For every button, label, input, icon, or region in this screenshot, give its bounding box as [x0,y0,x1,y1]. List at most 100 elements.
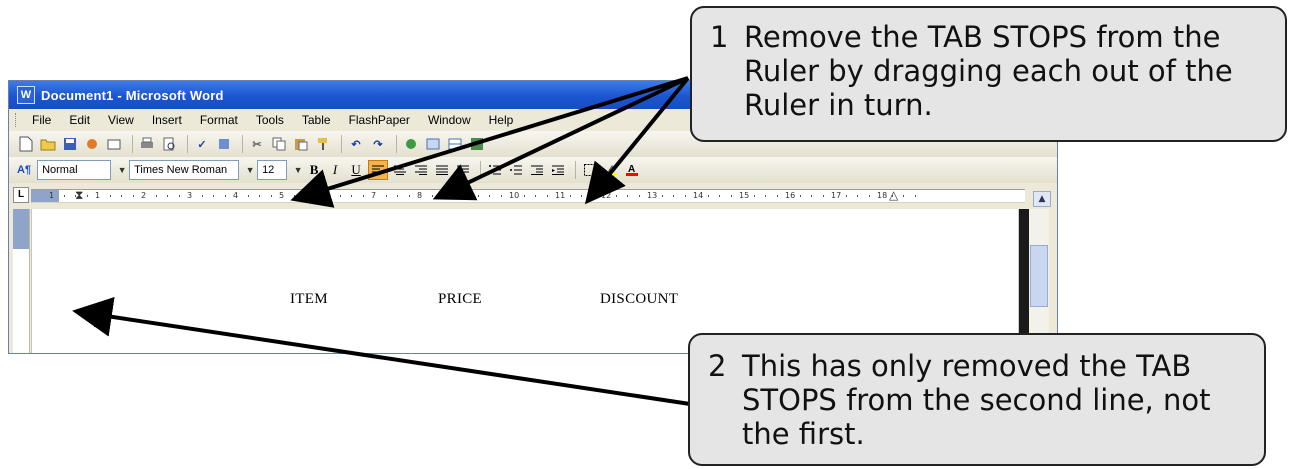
ruler-number: 6 [325,191,331,200]
indent-marker-icon[interactable]: ⧗ [75,188,83,203]
ruler-tick [546,195,548,197]
toolbar-separator [480,161,482,179]
ruler-tick [270,195,272,197]
ruler-tick [293,195,295,197]
menu-format[interactable]: Format [191,113,247,127]
document-area[interactable]: ITEM PRICE DISCOUNT [31,209,1018,353]
scroll-track [1019,209,1029,353]
menu-table[interactable]: Table [293,113,340,127]
chevron-down-icon[interactable]: ▼ [117,165,127,175]
chevron-down-icon[interactable]: ▼ [293,165,303,175]
window-title: Document1 - Microsoft Word [41,87,224,103]
menu-window[interactable]: Window [419,113,480,127]
ruler-tick [638,195,640,197]
tables-borders-icon[interactable] [424,135,442,153]
ruler-tick [569,195,571,197]
font-select[interactable]: Times New Roman [129,160,240,180]
ruler-tick [477,195,479,197]
align-right-button[interactable] [412,161,430,179]
vertical-scrollbar[interactable] [1018,209,1049,353]
ruler-number: 14 [693,191,704,200]
ruler-tick [443,195,444,197]
ruler-tick [753,195,755,197]
email-icon[interactable] [105,135,123,153]
ruler-tick [431,195,433,197]
redo-icon[interactable]: ↷ [369,135,387,153]
ruler-tick [673,195,674,197]
horizontal-ruler[interactable]: ⧗ 1 1 2 3 4 5 6 7 8 9 10 11 12 13 14 15 16 17 18 △ [31,188,1025,203]
ruler-tick [75,195,76,197]
menu-help[interactable]: Help [480,113,523,127]
ruler-tick [259,195,260,197]
toolbar-separator [187,135,188,153]
ruler-number: 1 [95,191,101,200]
highlight-icon[interactable] [602,161,620,179]
cut-icon[interactable]: ✂ [248,135,266,153]
open-icon[interactable] [39,135,57,153]
ruler-number: 4 [233,191,239,200]
align-left-button[interactable] [368,160,389,180]
borders-icon[interactable] [581,161,599,179]
ruler-tick [592,195,594,197]
scroll-up-arrow-icon[interactable]: ▲ [1033,191,1051,207]
new-icon[interactable] [17,135,35,153]
style-value: Normal [42,164,78,176]
size-select[interactable]: 12 [257,160,288,180]
insert-excel-icon[interactable] [468,135,486,153]
numbering-icon[interactable] [486,161,504,179]
ruler-tick [581,195,582,197]
callout-text: Remove the TAB STOPS from the Ruler by d… [744,20,1233,122]
ruler-number: 16 [785,191,796,200]
ruler-number: 17 [831,191,842,200]
menu-insert[interactable]: Insert [143,113,191,127]
menu-tools[interactable]: Tools [247,113,293,127]
align-center-button[interactable] [391,161,409,179]
copy-icon[interactable] [270,135,288,153]
menu-edit[interactable]: Edit [60,113,99,127]
italic-button[interactable]: I [326,161,344,179]
increase-indent-icon[interactable] [549,161,567,179]
bold-button[interactable]: B [305,161,323,179]
size-value: 12 [262,164,275,176]
ruler-tick [408,195,410,197]
paste-icon[interactable] [292,135,310,153]
ruler-tick [178,195,180,197]
print-icon[interactable] [138,135,156,153]
menu-flashpaper[interactable]: FlashPaper [340,113,419,127]
svg-text:A: A [628,164,635,175]
permission-icon[interactable] [83,135,101,153]
scroll-thumb[interactable] [1030,245,1048,307]
undo-icon[interactable]: ↶ [347,135,365,153]
research-icon[interactable] [215,135,233,153]
menu-file[interactable]: File [23,113,60,127]
chevron-down-icon[interactable]: ▼ [245,165,255,175]
styles-pane-icon[interactable]: A¶ [17,164,31,176]
decrease-indent-icon[interactable] [528,161,546,179]
hyperlink-icon[interactable] [402,135,420,153]
line-spacing-icon[interactable] [454,161,472,179]
justify-button[interactable] [433,161,451,179]
underline-button[interactable]: U [347,161,365,179]
ruler-tick [822,195,824,197]
spelling-icon[interactable]: ✓ [193,135,211,153]
callout-step-1: 1 Remove the TAB STOPS from the Ruler by… [690,6,1287,142]
vertical-ruler[interactable] [13,209,30,353]
toolbar-separator [132,135,133,153]
ruler-tick [86,195,88,197]
ruler-tick [523,195,525,197]
ruler-tick [914,195,916,197]
ruler-number: 10 [509,191,520,200]
tab-selector[interactable]: L [13,187,29,203]
heading-price: PRICE [438,291,483,307]
bullets-icon[interactable] [507,161,525,179]
right-indent-marker-icon[interactable]: △ [889,188,898,202]
print-preview-icon[interactable] [160,135,178,153]
save-icon[interactable] [61,135,79,153]
ruler-number: 15 [739,191,750,200]
insert-table-icon[interactable] [446,135,464,153]
format-painter-icon[interactable] [314,135,332,153]
text-cursor [94,305,96,327]
style-select[interactable]: Normal [37,160,112,180]
font-color-icon[interactable]: A [623,161,641,179]
menu-view[interactable]: View [99,113,143,127]
